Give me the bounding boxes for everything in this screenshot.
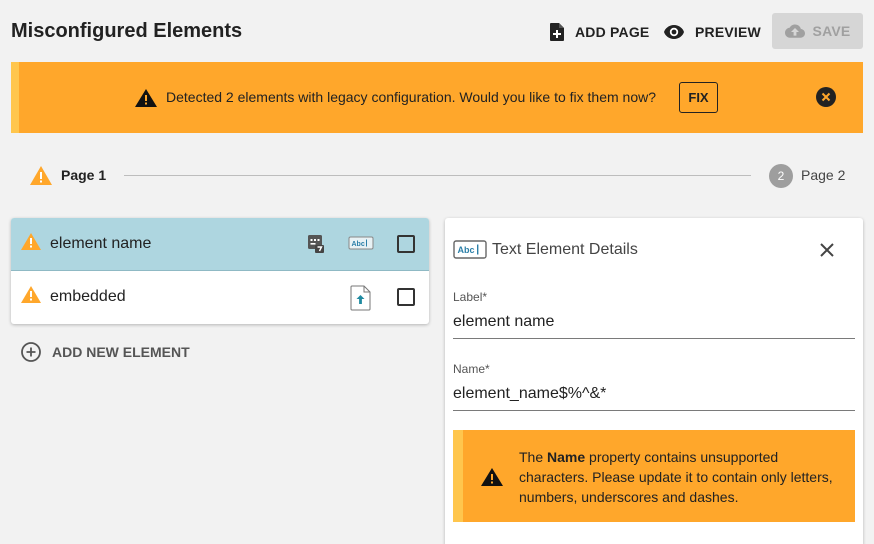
element-row[interactable]: element name Abc: [11, 218, 429, 271]
label-input[interactable]: element name: [453, 313, 855, 339]
step-2-number[interactable]: 2: [769, 164, 793, 188]
preview-button[interactable]: PREVIEW: [663, 14, 761, 50]
element-checkbox[interactable]: [397, 235, 415, 253]
page-stepper: Page 1 2 Page 2: [0, 155, 874, 195]
add-page-label: ADD PAGE: [575, 24, 650, 40]
cloud-upload-icon: [784, 24, 805, 38]
preview-label: PREVIEW: [695, 24, 761, 40]
element-row[interactable]: embedded: [11, 271, 429, 324]
step-warning-icon: [30, 166, 52, 185]
legacy-config-banner: Detected 2 elements with legacy configur…: [11, 62, 863, 133]
text-element-icon: Abc: [453, 240, 487, 259]
element-name: element name: [50, 235, 152, 252]
step-connector: [124, 175, 751, 176]
calculated-field-icon: [308, 235, 324, 253]
close-icon[interactable]: [818, 241, 836, 259]
warning-icon: [135, 89, 157, 107]
add-circle-icon: [21, 342, 41, 362]
page-title: Misconfigured Elements: [11, 20, 243, 42]
save-label: SAVE: [812, 23, 851, 39]
warning-icon: [21, 233, 41, 250]
svg-text:Abc: Abc: [352, 241, 365, 248]
eye-icon: [664, 25, 684, 39]
header-bar: Misconfigured Elements ADD PAGE PREVIEW …: [0, 0, 874, 62]
svg-text:Abc: Abc: [458, 245, 475, 255]
add-new-element-button[interactable]: ADD NEW ELEMENT: [21, 342, 190, 362]
name-field-label: Name*: [453, 362, 490, 376]
warning-icon: [481, 468, 503, 486]
step-page-2[interactable]: Page 2: [801, 167, 845, 183]
embedded-file-icon: [350, 285, 371, 311]
alert-message: The Name property contains unsupported c…: [519, 447, 849, 507]
text-element-details-panel: Abc Text Element Details Label* element …: [445, 218, 863, 544]
step-page-1[interactable]: Page 1: [61, 167, 106, 183]
name-input[interactable]: element_name$%^&*: [453, 385, 855, 411]
alert-prefix: The: [519, 449, 548, 465]
add-page-button[interactable]: ADD PAGE: [549, 14, 649, 50]
element-checkbox[interactable]: [397, 288, 415, 306]
text-element-icon: Abc: [348, 236, 374, 250]
element-list: element name Abc embedded: [11, 218, 429, 324]
invalid-name-alert: The Name property contains unsupported c…: [453, 430, 855, 522]
fix-button[interactable]: FIX: [679, 82, 718, 113]
alert-property-name: Name: [547, 449, 586, 465]
add-page-icon: [550, 23, 564, 41]
details-title: Text Element Details: [492, 241, 638, 258]
element-name: embedded: [50, 288, 126, 305]
banner-message: Detected 2 elements with legacy configur…: [166, 89, 656, 105]
add-new-element-label: ADD NEW ELEMENT: [52, 344, 190, 360]
label-field-label: Label*: [453, 290, 488, 304]
save-button[interactable]: SAVE: [772, 13, 863, 49]
warning-icon: [21, 286, 41, 303]
close-banner-icon[interactable]: [816, 87, 836, 107]
